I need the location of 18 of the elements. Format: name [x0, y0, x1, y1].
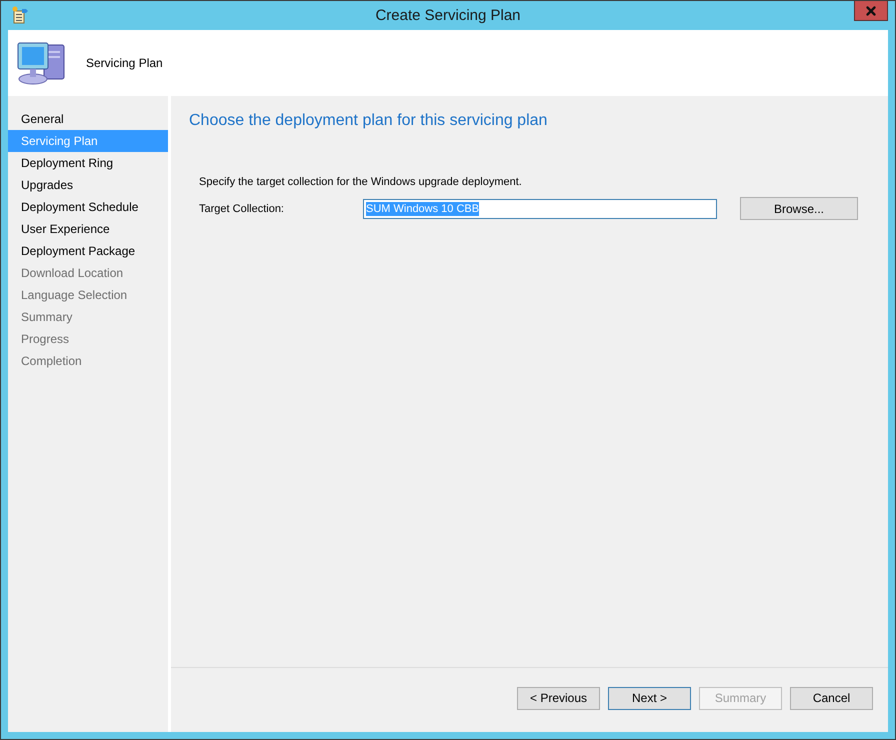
browse-button[interactable]: Browse... [740, 197, 858, 220]
wizard-button[interactable]: < Previous [517, 686, 600, 710]
wizard-button[interactable]: Next > [608, 686, 691, 710]
wizard-step[interactable]: General [8, 108, 168, 130]
close-icon [864, 4, 878, 18]
wizard-step[interactable]: Deployment Ring [8, 152, 168, 174]
close-button[interactable] [854, 1, 888, 21]
wizard-step[interactable]: Deployment Schedule [8, 196, 168, 218]
window-title: Create Servicing Plan [374, 7, 522, 24]
header-title: Servicing Plan [86, 56, 163, 70]
wizard-step[interactable]: Upgrades [8, 174, 168, 196]
wizard-step[interactable]: User Experience [8, 218, 168, 240]
wizard-icon [11, 6, 29, 24]
wizard-button[interactable]: Cancel [790, 686, 873, 710]
field-label: Target Collection: [199, 202, 285, 214]
instruction-text: Specify the target collection for the Windows upgrade deployment. [199, 176, 523, 188]
wizard-step[interactable]: Deployment Package [8, 240, 168, 262]
page-heading: Choose the deployment plan for this servicing plan [189, 112, 548, 130]
